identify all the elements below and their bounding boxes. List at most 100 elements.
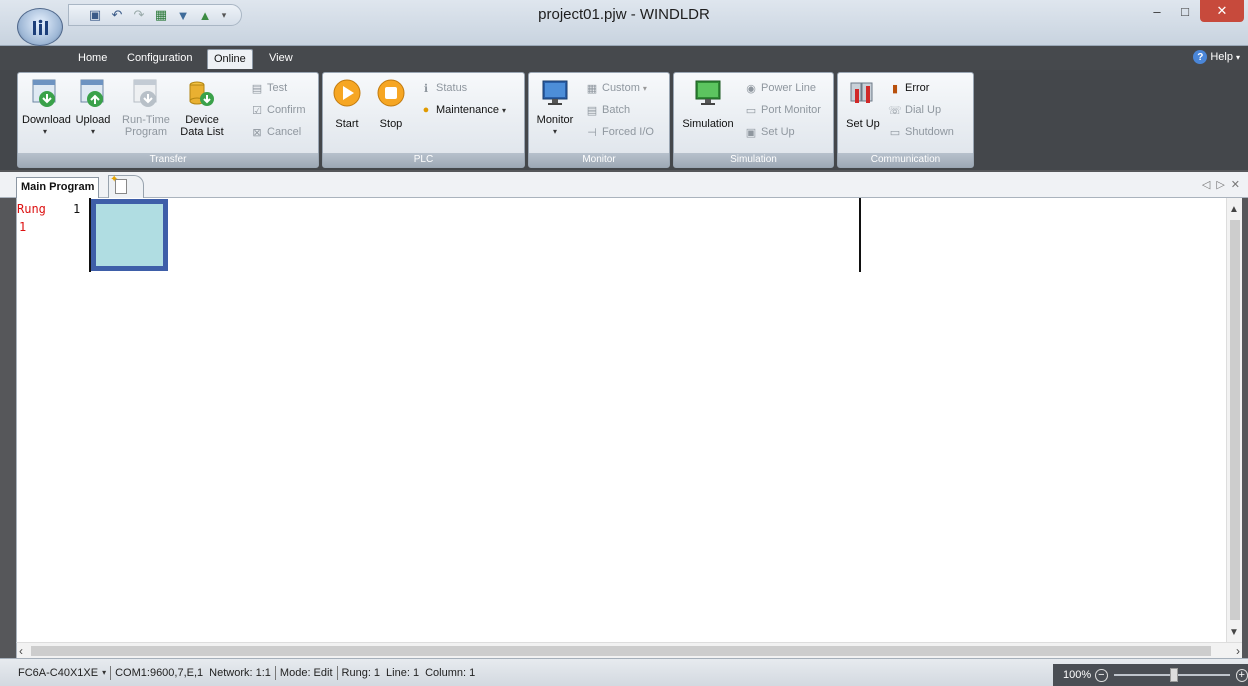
scroll-up-icon[interactable]: ▲ <box>1229 204 1239 215</box>
batch-icon: ▤ <box>586 104 598 117</box>
vertical-scrollbar[interactable]: ▲ ▼ <box>1226 198 1242 642</box>
tab-online[interactable]: Online <box>207 49 253 69</box>
help-label: Help <box>1210 51 1233 63</box>
scroll-right-icon[interactable]: ▷ <box>1216 178 1224 191</box>
chevron-down-icon[interactable]: ▾ <box>102 668 106 677</box>
forced-io-icon: ⊣ <box>587 126 597 139</box>
shutdown-label: Shutdown <box>905 126 954 138</box>
monitor-label: Monitor <box>536 114 574 126</box>
power-line-button[interactable]: ◉ Power Line <box>744 79 816 97</box>
confirm-icon: ☑ <box>252 104 262 117</box>
custom-button[interactable]: ▦ Custom ▾ <box>585 79 647 97</box>
star-icon: ✦ <box>110 174 119 185</box>
confirm-label: Confirm <box>267 104 306 116</box>
stop-label: Stop <box>379 118 403 130</box>
status-separator <box>336 665 338 680</box>
chevron-down-icon: ▾ <box>502 105 507 115</box>
communication-set-up-button[interactable]: Set Up <box>842 77 884 130</box>
start-button[interactable]: Start <box>327 77 367 130</box>
comm-settings: COM1:9600,7,E,1 <box>115 666 204 679</box>
ribbon-tab-strip: Home Configuration Online View ? Help ▾ <box>0 46 1248 70</box>
start-icon <box>333 79 361 107</box>
scroll-down-icon[interactable]: ▼ <box>1229 627 1239 638</box>
zoom-in-icon[interactable]: + <box>1235 668 1248 682</box>
maintenance-button[interactable]: ● Maintenance ▾ <box>419 101 506 119</box>
status-label: Status <box>436 82 468 94</box>
tab-home[interactable]: Home <box>72 49 113 69</box>
forced-io-button[interactable]: ⊣ Forced I/O <box>585 123 654 141</box>
zoom-control: 100% − + <box>1053 664 1248 686</box>
scroll-left-arrow-icon[interactable]: ‹ <box>19 644 23 658</box>
selection-cursor[interactable] <box>91 199 168 271</box>
chevron-down-icon: ▾ <box>552 127 557 136</box>
line-status: Line: 1 <box>386 666 420 679</box>
monitor-button[interactable]: Monitor ▾ <box>533 77 577 138</box>
run-time-program-icon <box>133 79 157 107</box>
status-button[interactable]: ℹ Status <box>419 79 467 97</box>
group-transfer: Download ▾ Upload ▾ Run-Time Program Dev… <box>17 72 319 168</box>
dial-up-button[interactable]: ☏ Dial Up <box>888 101 941 119</box>
run-time-program-button[interactable]: Run-Time Program <box>120 77 172 138</box>
batch-label: Batch <box>602 104 631 116</box>
simulation-button[interactable]: Simulation <box>678 77 738 130</box>
error-button[interactable]: ▮ Error <box>888 79 929 97</box>
cancel-button[interactable]: ⊠ Cancel <box>250 123 301 141</box>
simulation-set-up-button[interactable]: ▣ Set Up <box>744 123 795 141</box>
test-label: Test <box>267 82 288 94</box>
rung-label: Rung <box>17 202 46 216</box>
group-communication: Set Up ▮ Error ☏ Dial Up ▭ Shutdown Comm… <box>837 72 974 168</box>
close-button[interactable]: ✕ <box>1200 0 1244 22</box>
info-icon: ℹ <box>423 82 429 95</box>
vertical-scroll-thumb[interactable] <box>1230 220 1240 620</box>
maximize-button[interactable]: □ <box>1172 0 1198 22</box>
minimize-button[interactable]: – <box>1144 0 1170 22</box>
simulation-label: Simulation <box>682 118 734 130</box>
zoom-slider-thumb[interactable] <box>1169 668 1178 682</box>
download-label: Download <box>22 114 71 126</box>
confirm-button[interactable]: ☑ Confirm <box>250 101 306 119</box>
device-data-list-button[interactable]: Device Data List <box>176 77 228 138</box>
zoom-out-icon[interactable]: − <box>1095 668 1108 682</box>
custom-label: Custom <box>602 82 640 94</box>
new-program-tab[interactable]: ✦ <box>108 174 144 198</box>
stop-button[interactable]: Stop <box>371 77 411 130</box>
shutdown-button[interactable]: ▭ Shutdown <box>888 123 954 141</box>
rung-number: 1 <box>73 202 81 216</box>
document-tab-bar: Main Program ✦ ◁ ▷ ✕ <box>0 172 1248 198</box>
plc-type-selector[interactable]: FC6A-C40X1XE <box>18 667 98 679</box>
cancel-icon: ⊠ <box>252 126 262 139</box>
zoom-slider[interactable] <box>1113 668 1230 682</box>
ribbon: Download ▾ Upload ▾ Run-Time Program Dev… <box>0 70 1248 170</box>
port-monitor-button[interactable]: ▭ Port Monitor <box>744 101 821 119</box>
dial-up-label: Dial Up <box>905 104 942 116</box>
ladder-editor[interactable]: Rung 1 1 <box>16 198 1242 642</box>
horizontal-scrollbar[interactable]: ‹ › <box>16 642 1242 658</box>
group-label-communication: Communication <box>838 153 973 167</box>
upload-button[interactable]: Upload ▾ <box>70 77 116 138</box>
scroll-right-arrow-icon[interactable]: › <box>1236 644 1240 658</box>
warning-icon: ● <box>422 104 430 116</box>
close-tab-icon[interactable]: ✕ <box>1231 178 1240 191</box>
run-time-label-line2: Program <box>124 126 168 138</box>
download-button[interactable]: Download ▾ <box>22 77 71 138</box>
power-line-label: Power Line <box>761 82 817 94</box>
rung-index: 1 <box>19 220 27 234</box>
tab-main-program[interactable]: Main Program <box>16 177 100 198</box>
chevron-down-icon: ▾ <box>42 127 47 136</box>
monitor-icon <box>542 80 568 105</box>
custom-icon: ▦ <box>586 82 598 95</box>
window-title: project01.pjw - WINDLDR <box>538 6 710 23</box>
power-line-icon: ◉ <box>746 82 756 95</box>
batch-button[interactable]: ▤ Batch <box>585 101 630 119</box>
help-menu[interactable]: ? Help ▾ <box>1193 50 1240 64</box>
dial-up-icon: ☏ <box>888 104 902 117</box>
tab-configuration[interactable]: Configuration <box>121 49 198 69</box>
status-separator <box>274 665 276 680</box>
test-button[interactable]: ▤ Test <box>250 79 287 97</box>
horizontal-scroll-thumb[interactable] <box>31 646 1211 656</box>
scroll-left-icon[interactable]: ◁ <box>1202 178 1210 191</box>
tab-view[interactable]: View <box>263 49 299 69</box>
title-bar: ▣ ↶ ↷ ▦ ▼ ▲ ▾ project01.pjw - WINDLDR – … <box>0 0 1248 46</box>
download-icon <box>32 79 56 107</box>
group-simulation: Simulation ◉ Power Line ▭ Port Monitor ▣… <box>673 72 834 168</box>
